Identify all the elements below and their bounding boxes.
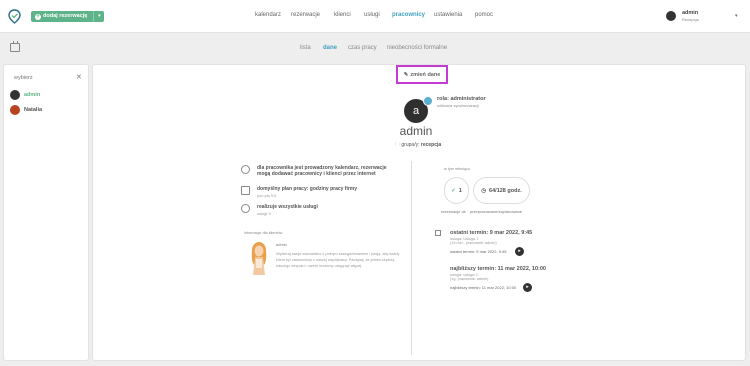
last-term-title: ostatni termin: 9 mar 2022, 9:45: [450, 230, 533, 236]
avatar: [10, 90, 20, 100]
hand-icon: [241, 204, 250, 213]
calendar-icon: [435, 230, 441, 236]
sidebar-item-label: Natalia: [24, 107, 43, 113]
message-author: admin: [276, 242, 287, 247]
nav-kalendarz[interactable]: kalendarz: [255, 12, 281, 18]
sidebar-title: wybierz: [14, 75, 33, 81]
hours-label: przepracowane/zaplanowane: [470, 209, 523, 214]
main-nav: kalendarz rezerwacje klienci usługi prac…: [0, 12, 750, 22]
services-title: realizuje wszystkie usługi: [257, 204, 318, 210]
nav-uslugi[interactable]: usługi: [364, 12, 380, 18]
nav-ustawienia[interactable]: ustawienia: [434, 12, 462, 18]
next-term-title: najbliższy termin: 11 mar 2022, 10:00: [450, 266, 546, 272]
chevron-down-icon[interactable]: ▾: [735, 13, 738, 19]
avatar: [10, 105, 20, 115]
calendar-icon[interactable]: [10, 41, 20, 52]
divider: [411, 161, 412, 355]
tab-czas-pracy[interactable]: czas pracy: [348, 45, 377, 51]
sync-badge-icon: [423, 96, 433, 106]
employee-sidebar: wybierz ✕ admin Natalia: [3, 64, 89, 361]
arrow-right-icon[interactable]: ▸: [515, 247, 524, 256]
user-role: Recepcja: [682, 17, 699, 22]
employee-name: admin: [399, 124, 433, 138]
schedule-sub: pon-pią 9-5: [257, 194, 277, 198]
user-name: admin: [682, 10, 699, 16]
client-info-label: informacje dla klientów: [244, 231, 283, 235]
pencil-icon: ✎: [403, 71, 409, 78]
services-sub: usługi: 0: [257, 212, 272, 216]
message-text: Wybieraj swoje stanowisko z pełnym zaang…: [276, 252, 400, 268]
role-label: rola: administrator: [437, 96, 486, 102]
calendar-icon: [241, 186, 250, 195]
tab-nieobecnosci[interactable]: nieobecności formalne: [387, 45, 447, 51]
hours-pill: ◷ 64/128 godz.: [473, 177, 530, 204]
sync-label: odbiorca synchronizacji: [437, 103, 479, 108]
clock-icon: ◷: [481, 187, 487, 194]
close-icon[interactable]: ✕: [76, 73, 82, 81]
assistant-illustration: [251, 242, 267, 275]
groups-prefix: grupa/y:: [401, 142, 420, 148]
reservations-value: 1: [458, 187, 462, 194]
tab-lista[interactable]: lista: [300, 45, 311, 51]
check-icon: ✓: [451, 187, 456, 194]
nav-pracownicy[interactable]: pracownicy: [392, 12, 425, 18]
hours-value: 64/128 godz.: [489, 187, 522, 194]
folder-icon: 🗀: [395, 142, 401, 148]
schedule-title: domyślny plan pracy: godziny pracy firmy: [257, 186, 358, 192]
next-term-meta: (1g. pracownik: admin): [450, 277, 489, 281]
top-bar: + dodaj rezerwację ▾ kalendarz rezerwacje…: [0, 0, 750, 33]
nav-klienci[interactable]: klienci: [334, 12, 351, 18]
calendar-note-text: dla pracownika jest prowadzony kalendarz…: [257, 165, 387, 177]
nav-pomoc[interactable]: pomoc: [475, 12, 493, 18]
next-term-link[interactable]: najbliższy termin: 11 mar 2022, 10:00: [450, 285, 516, 290]
sidebar-item-label: admin: [24, 92, 41, 98]
last-term-link[interactable]: ostatni termin: 9 mar 2022, 9:45: [450, 249, 506, 254]
reservations-pill: ✓ 1: [444, 177, 469, 204]
last-term-meta: (15 min., pracownik: admin): [450, 241, 497, 245]
avatar: [666, 11, 676, 21]
tab-dane[interactable]: dane: [323, 45, 337, 51]
change-data-label: zmień dane: [410, 71, 441, 78]
groups-value: recepcja: [420, 142, 442, 148]
globe-icon: [241, 165, 250, 174]
nav-rezerwacje[interactable]: rezerwacje: [291, 12, 320, 18]
arrow-right-icon[interactable]: ▸: [523, 283, 532, 292]
reservations-label: rezerwacje ok: [441, 209, 466, 214]
stats-title: w tym miesiącu: [444, 167, 470, 171]
change-data-button[interactable]: ✎ zmień dane: [396, 65, 448, 84]
employee-details-card: ✎ zmień dane a rola: administrator odbio…: [92, 64, 746, 361]
groups-label: 🗀 grupa/y: recepcja: [395, 142, 441, 150]
